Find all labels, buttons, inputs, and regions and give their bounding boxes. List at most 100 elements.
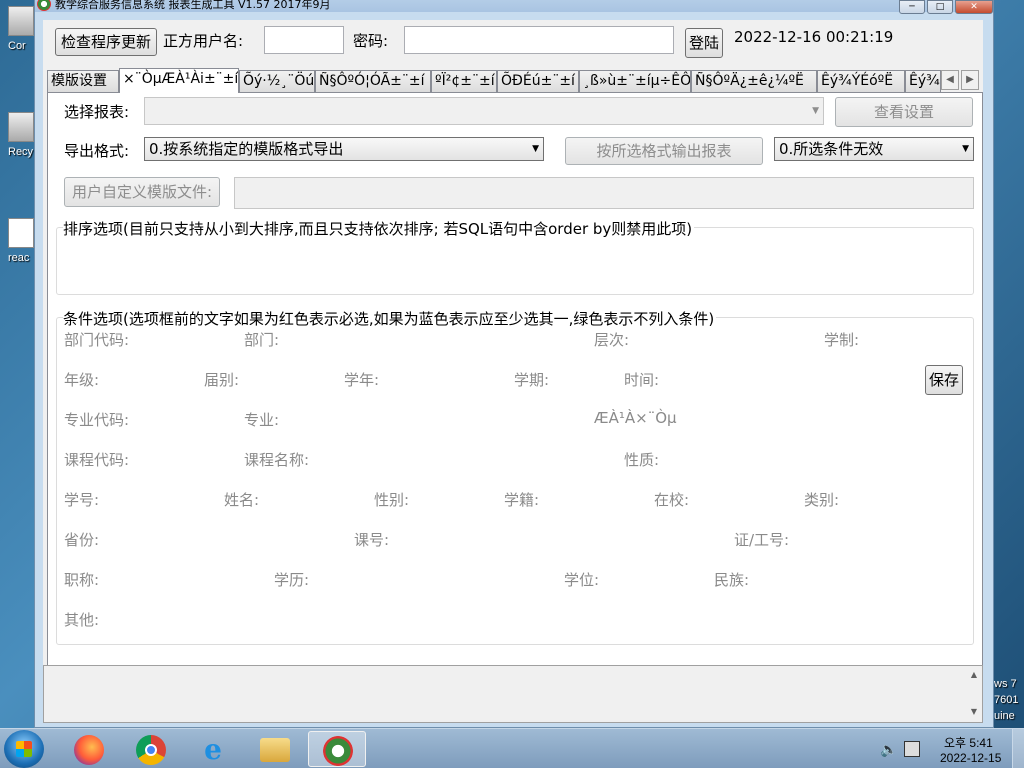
windows-watermark: ws 7 7601 uine	[994, 676, 1020, 724]
tab-scroll-right-icon[interactable]: ▶	[961, 70, 979, 90]
folder-icon	[260, 738, 290, 762]
export-format-value: 0.按系统指定的模版格式导出	[149, 140, 344, 158]
desktop-icon-label: Cor	[8, 40, 26, 52]
check-update-button[interactable]: 检查程序更新	[55, 28, 157, 56]
tab-panel: 选择报表: ▼ 查看设置 导出格式: 0.按系统指定的模版格式导出 ▼ 按所选格…	[47, 92, 983, 674]
garbled-evaluation-major-label: ÆÀ¹À×¨Òµ	[594, 409, 677, 427]
course-name-label: 课程名称:	[244, 451, 310, 469]
login-button[interactable]: 登陆	[685, 28, 723, 58]
province-label: 省份:	[64, 531, 100, 549]
export-format-select[interactable]: 0.按系统指定的模版格式导出 ▼	[144, 137, 544, 161]
tab-college-app-report[interactable]: Ñ§ÔºÓ¦ÓÃ±¨±í	[315, 70, 431, 92]
tab-college-goal-assessment[interactable]: Ñ§ÔºÄ¿±ê¿¼ºË	[691, 70, 817, 92]
username-label: 正方用户名:	[163, 32, 244, 50]
chevron-down-icon: ▼	[812, 106, 819, 116]
dept-code-label: 部门代码:	[64, 331, 130, 349]
tab-major-evaluation-report[interactable]: ×¨ÒµÆÀ¹Ài±¨±í	[119, 68, 239, 93]
class-no-label: 课号:	[354, 531, 390, 549]
level-label: 层次:	[594, 331, 630, 349]
tab-base-report-debug[interactable]: ¸ß»ù±¨±íµ÷ÊÔ	[579, 70, 691, 92]
category-label: 类别:	[804, 491, 840, 509]
report-select[interactable]: ▼	[144, 97, 824, 125]
chrome-icon	[136, 735, 166, 765]
course-code-label: 课程代码:	[64, 451, 130, 469]
time-label: 时间:	[624, 371, 660, 389]
clock-date[interactable]: 2022-12-15	[940, 751, 1001, 765]
gender-label: 性别:	[374, 491, 410, 509]
app-logo-icon	[37, 0, 51, 11]
schooling-label: 学制:	[824, 331, 860, 349]
maximize-button[interactable]: □	[927, 0, 953, 14]
export-format-label: 导出格式:	[64, 142, 130, 160]
log-scrollbar[interactable]: ▲ ▼	[966, 666, 982, 722]
save-button[interactable]: 保存	[925, 365, 963, 395]
major-code-label: 专业代码:	[64, 411, 130, 429]
enrollment-status-label: 学籍:	[504, 491, 540, 509]
name-label: 姓名:	[224, 491, 260, 509]
internet-explorer-icon: e	[204, 733, 222, 766]
grade-label: 年级:	[64, 371, 100, 389]
sort-options-group: 排序选项(目前只支持从小到大排序,而且只支持依次排序; 若SQL语句中含orde…	[56, 218, 974, 295]
taskbar-report-tool[interactable]	[308, 731, 366, 767]
title-bar[interactable]: 教学综合服务信息系统 报表生成工具 V1.57 2017年9月 ─ □ ✕	[35, 0, 993, 14]
network-icon[interactable]	[904, 741, 920, 757]
tab-strip: 模版设置 ×¨ÒµÆÀ¹Ài±¨±í Õý·½¸¨Öú Ñ§ÔºÓ¦ÓÃ±¨±í…	[47, 68, 983, 93]
taskbar-internet-explorer[interactable]: e	[184, 731, 242, 767]
show-desktop-button[interactable]	[1012, 729, 1024, 768]
watermark-line: uine	[994, 710, 1015, 722]
document-icon	[8, 218, 34, 248]
condition-options-title: 条件选项(选项框前的文字如果为红色表示必选,如果为蓝色表示应至少选其一,绿色表示…	[63, 308, 717, 329]
desktop-icon-label: Recy	[8, 146, 34, 158]
chevron-down-icon: ▼	[962, 144, 969, 154]
log-textbox[interactable]: ▲ ▼	[43, 665, 983, 723]
in-school-label: 在校:	[654, 491, 690, 509]
watermark-line: ws 7	[994, 678, 1017, 690]
password-input[interactable]	[404, 26, 674, 54]
tab-zhengfang-assist[interactable]: Õý·½¸¨Öú	[239, 70, 315, 92]
clock-time[interactable]: 오후 5:41	[944, 734, 993, 751]
school-year-label: 学年:	[344, 371, 380, 389]
tab-data-audit[interactable]: Êý¾ÝÉóºË	[817, 70, 905, 92]
dept-label: 部门:	[244, 331, 280, 349]
windows-logo-icon	[16, 741, 32, 757]
export-report-button[interactable]: 按所选格式输出报表	[565, 137, 763, 165]
other-label: 其他:	[64, 611, 100, 629]
scroll-down-icon[interactable]: ▼	[966, 707, 982, 716]
custom-template-path[interactable]	[234, 177, 974, 209]
view-settings-button[interactable]: 查看设置	[835, 97, 973, 127]
username-input[interactable]	[264, 26, 344, 54]
firefox-icon	[74, 735, 104, 765]
taskbar-firefox[interactable]	[60, 731, 118, 767]
taskbar-file-explorer[interactable]	[246, 731, 304, 767]
degree-label: 学位:	[564, 571, 600, 589]
major-label: 专业:	[244, 411, 280, 429]
taskbar-chrome[interactable]	[122, 731, 180, 767]
tab-data-partial[interactable]: Êý¾	[905, 70, 941, 92]
condition-validity-select[interactable]: 0.所选条件无效 ▼	[774, 137, 974, 161]
tab-merge-report[interactable]: ºÏ²¢±¨±í	[431, 70, 497, 92]
current-datetime: 2022-12-16 00:21:19	[734, 28, 894, 46]
tab-template-settings[interactable]: 模版设置	[47, 70, 119, 92]
tab-enrollment-report[interactable]: ÕÐÉú±¨±í	[497, 70, 579, 92]
computer-icon	[8, 6, 34, 36]
password-label: 密码:	[353, 32, 389, 50]
student-id-label: 学号:	[64, 491, 100, 509]
title-rank-label: 职称:	[64, 571, 100, 589]
scroll-up-icon[interactable]: ▲	[966, 670, 982, 679]
start-button[interactable]	[4, 730, 44, 768]
term-label: 学期:	[514, 371, 550, 389]
minimize-button[interactable]: ─	[899, 0, 925, 14]
desktop-icon-label: reac	[8, 252, 30, 264]
nature-label: 性质:	[624, 451, 660, 469]
app-logo-icon	[323, 736, 353, 766]
chevron-down-icon: ▼	[532, 144, 539, 154]
recycle-bin-icon	[8, 112, 34, 142]
select-report-label: 选择报表:	[64, 103, 130, 121]
custom-template-button[interactable]: 用户自定义模版文件:	[64, 177, 220, 207]
session-label: 届别:	[204, 371, 240, 389]
close-button[interactable]: ✕	[955, 0, 993, 14]
taskbar: e 🔈 오후 5:41 2022-12-15	[0, 728, 1024, 768]
volume-icon[interactable]: 🔈	[880, 741, 897, 758]
ethnicity-label: 民族:	[714, 571, 750, 589]
tab-scroll-left-icon[interactable]: ◀	[941, 70, 959, 90]
